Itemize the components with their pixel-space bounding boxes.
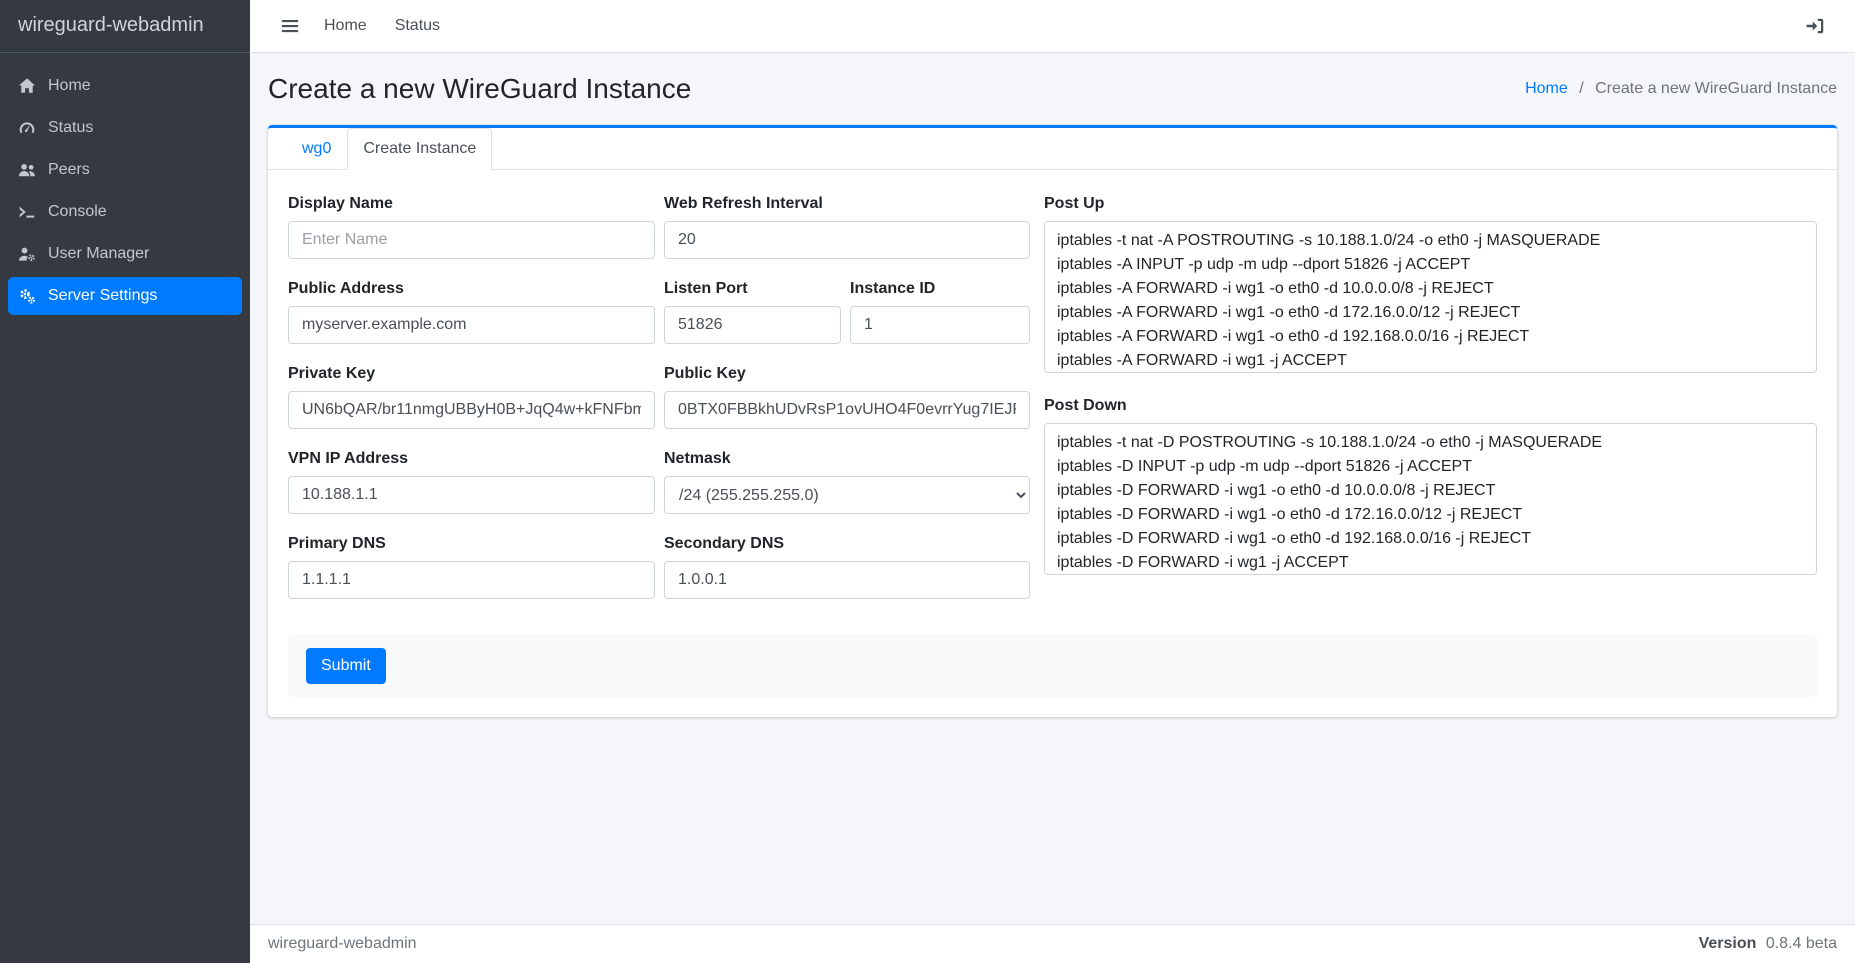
sidebar-item-console[interactable]: Console <box>8 193 242 231</box>
vpn-ip-label: VPN IP Address <box>288 450 655 468</box>
sidebar-nav: Home Status Peers Console <box>0 53 250 333</box>
page-footer: wireguard-webadmin Version 0.8.4 beta <box>250 924 1855 963</box>
primary-dns-label: Primary DNS <box>288 535 655 553</box>
peers-icon <box>18 161 36 179</box>
primary-dns-group: Primary DNS <box>288 535 655 599</box>
post-scripts-column: Post Up iptables -t nat -A POSTROUTING -… <box>1044 195 1817 580</box>
sidebar-item-home[interactable]: Home <box>8 67 242 105</box>
submit-button[interactable]: Submit <box>306 648 386 684</box>
topnav-home-link[interactable]: Home <box>310 9 381 43</box>
listen-port-group: Listen Port <box>664 280 841 344</box>
content-area: Create a new WireGuard Instance Home / C… <box>250 53 1855 924</box>
breadcrumb: Home / Create a new WireGuard Instance <box>1525 80 1837 98</box>
content-header: Create a new WireGuard Instance Home / C… <box>268 73 1837 105</box>
hamburger-icon <box>280 16 300 36</box>
private-key-label: Private Key <box>288 365 655 383</box>
netmask-group: Netmask /24 (255.255.255.0) <box>664 450 1030 514</box>
vpn-ip-input[interactable] <box>288 476 655 514</box>
sidebar-item-status[interactable]: Status <box>8 109 242 147</box>
sidebar-item-label: Status <box>48 119 93 137</box>
netmask-select[interactable]: /24 (255.255.255.0) <box>664 476 1030 514</box>
home-icon <box>18 77 36 95</box>
user-manager-icon <box>18 245 36 263</box>
sidebar-item-label: Console <box>48 203 107 221</box>
web-refresh-interval-label: Web Refresh Interval <box>664 195 1030 213</box>
post-down-label: Post Down <box>1044 397 1817 415</box>
breadcrumb-separator: / <box>1579 80 1583 97</box>
signout-button[interactable] <box>1795 8 1835 44</box>
server-settings-icon <box>18 287 36 305</box>
sidebar: wireguard-webadmin Home Status Peers <box>0 0 250 963</box>
public-key-input[interactable] <box>664 391 1030 429</box>
footer-app-name: wireguard-webadmin <box>268 935 417 953</box>
post-up-textarea[interactable]: iptables -t nat -A POSTROUTING -s 10.188… <box>1044 221 1817 373</box>
page-title: Create a new WireGuard Instance <box>268 73 691 105</box>
web-refresh-interval-input[interactable] <box>664 221 1030 259</box>
sidebar-item-label: Home <box>48 77 91 95</box>
post-up-group: Post Up iptables -t nat -A POSTROUTING -… <box>1044 195 1817 378</box>
sidebar-item-user-manager[interactable]: User Manager <box>8 235 242 273</box>
instance-id-label: Instance ID <box>850 280 1030 298</box>
public-address-label: Public Address <box>288 280 655 298</box>
primary-dns-input[interactable] <box>288 561 655 599</box>
tab-create-instance[interactable]: Create Instance <box>347 128 492 170</box>
post-down-group: Post Down iptables -t nat -D POSTROUTING… <box>1044 397 1817 580</box>
secondary-dns-group: Secondary DNS <box>664 535 1030 599</box>
tab-wg0[interactable]: wg0 <box>286 128 347 170</box>
status-icon <box>18 119 36 137</box>
display-name-label: Display Name <box>288 195 655 213</box>
post-up-label: Post Up <box>1044 195 1817 213</box>
public-address-input[interactable] <box>288 306 655 344</box>
sidebar-item-label: User Manager <box>48 245 149 263</box>
instance-id-input[interactable] <box>850 306 1030 344</box>
netmask-label: Netmask <box>664 450 1030 468</box>
console-icon <box>18 203 36 221</box>
display-name-input[interactable] <box>288 221 655 259</box>
top-navbar: Home Status <box>250 0 1855 53</box>
private-key-input[interactable] <box>288 391 655 429</box>
brand-link[interactable]: wireguard-webadmin <box>0 0 250 53</box>
form-footer: Submit <box>288 635 1817 697</box>
breadcrumb-home-link[interactable]: Home <box>1525 80 1568 97</box>
footer-version: Version 0.8.4 beta <box>1699 935 1837 953</box>
sidebar-item-label: Server Settings <box>48 287 157 305</box>
private-key-group: Private Key <box>288 365 655 429</box>
footer-version-label: Version <box>1699 935 1757 952</box>
sidebar-item-label: Peers <box>48 161 90 179</box>
signout-icon <box>1805 16 1825 36</box>
public-key-group: Public Key <box>664 365 1030 429</box>
web-refresh-interval-group: Web Refresh Interval <box>664 195 1030 259</box>
breadcrumb-current: Create a new WireGuard Instance <box>1595 80 1837 97</box>
sidebar-item-peers[interactable]: Peers <box>8 151 242 189</box>
secondary-dns-input[interactable] <box>664 561 1030 599</box>
instance-tabs: wg0 Create Instance <box>268 128 1837 170</box>
post-down-textarea[interactable]: iptables -t nat -D POSTROUTING -s 10.188… <box>1044 423 1817 575</box>
listen-port-input[interactable] <box>664 306 841 344</box>
instance-id-group: Instance ID <box>850 280 1030 344</box>
sidebar-item-server-settings[interactable]: Server Settings <box>8 277 242 315</box>
listen-port-label: Listen Port <box>664 280 841 298</box>
main-area: Home Status Create a new WireGuard Insta… <box>250 0 1855 963</box>
create-instance-form: Display Name Web Refresh Interval Public… <box>268 170 1837 717</box>
vpn-ip-group: VPN IP Address <box>288 450 655 514</box>
app-window: wireguard-webadmin Home Status Peers <box>0 0 1855 963</box>
topnav-status-link[interactable]: Status <box>381 9 454 43</box>
instance-card: wg0 Create Instance Display Name Web Ref… <box>268 125 1837 717</box>
footer-version-value: 0.8.4 beta <box>1766 935 1837 952</box>
public-address-group: Public Address <box>288 280 655 344</box>
public-key-label: Public Key <box>664 365 1030 383</box>
hamburger-button[interactable] <box>270 8 310 44</box>
secondary-dns-label: Secondary DNS <box>664 535 1030 553</box>
display-name-group: Display Name <box>288 195 655 259</box>
